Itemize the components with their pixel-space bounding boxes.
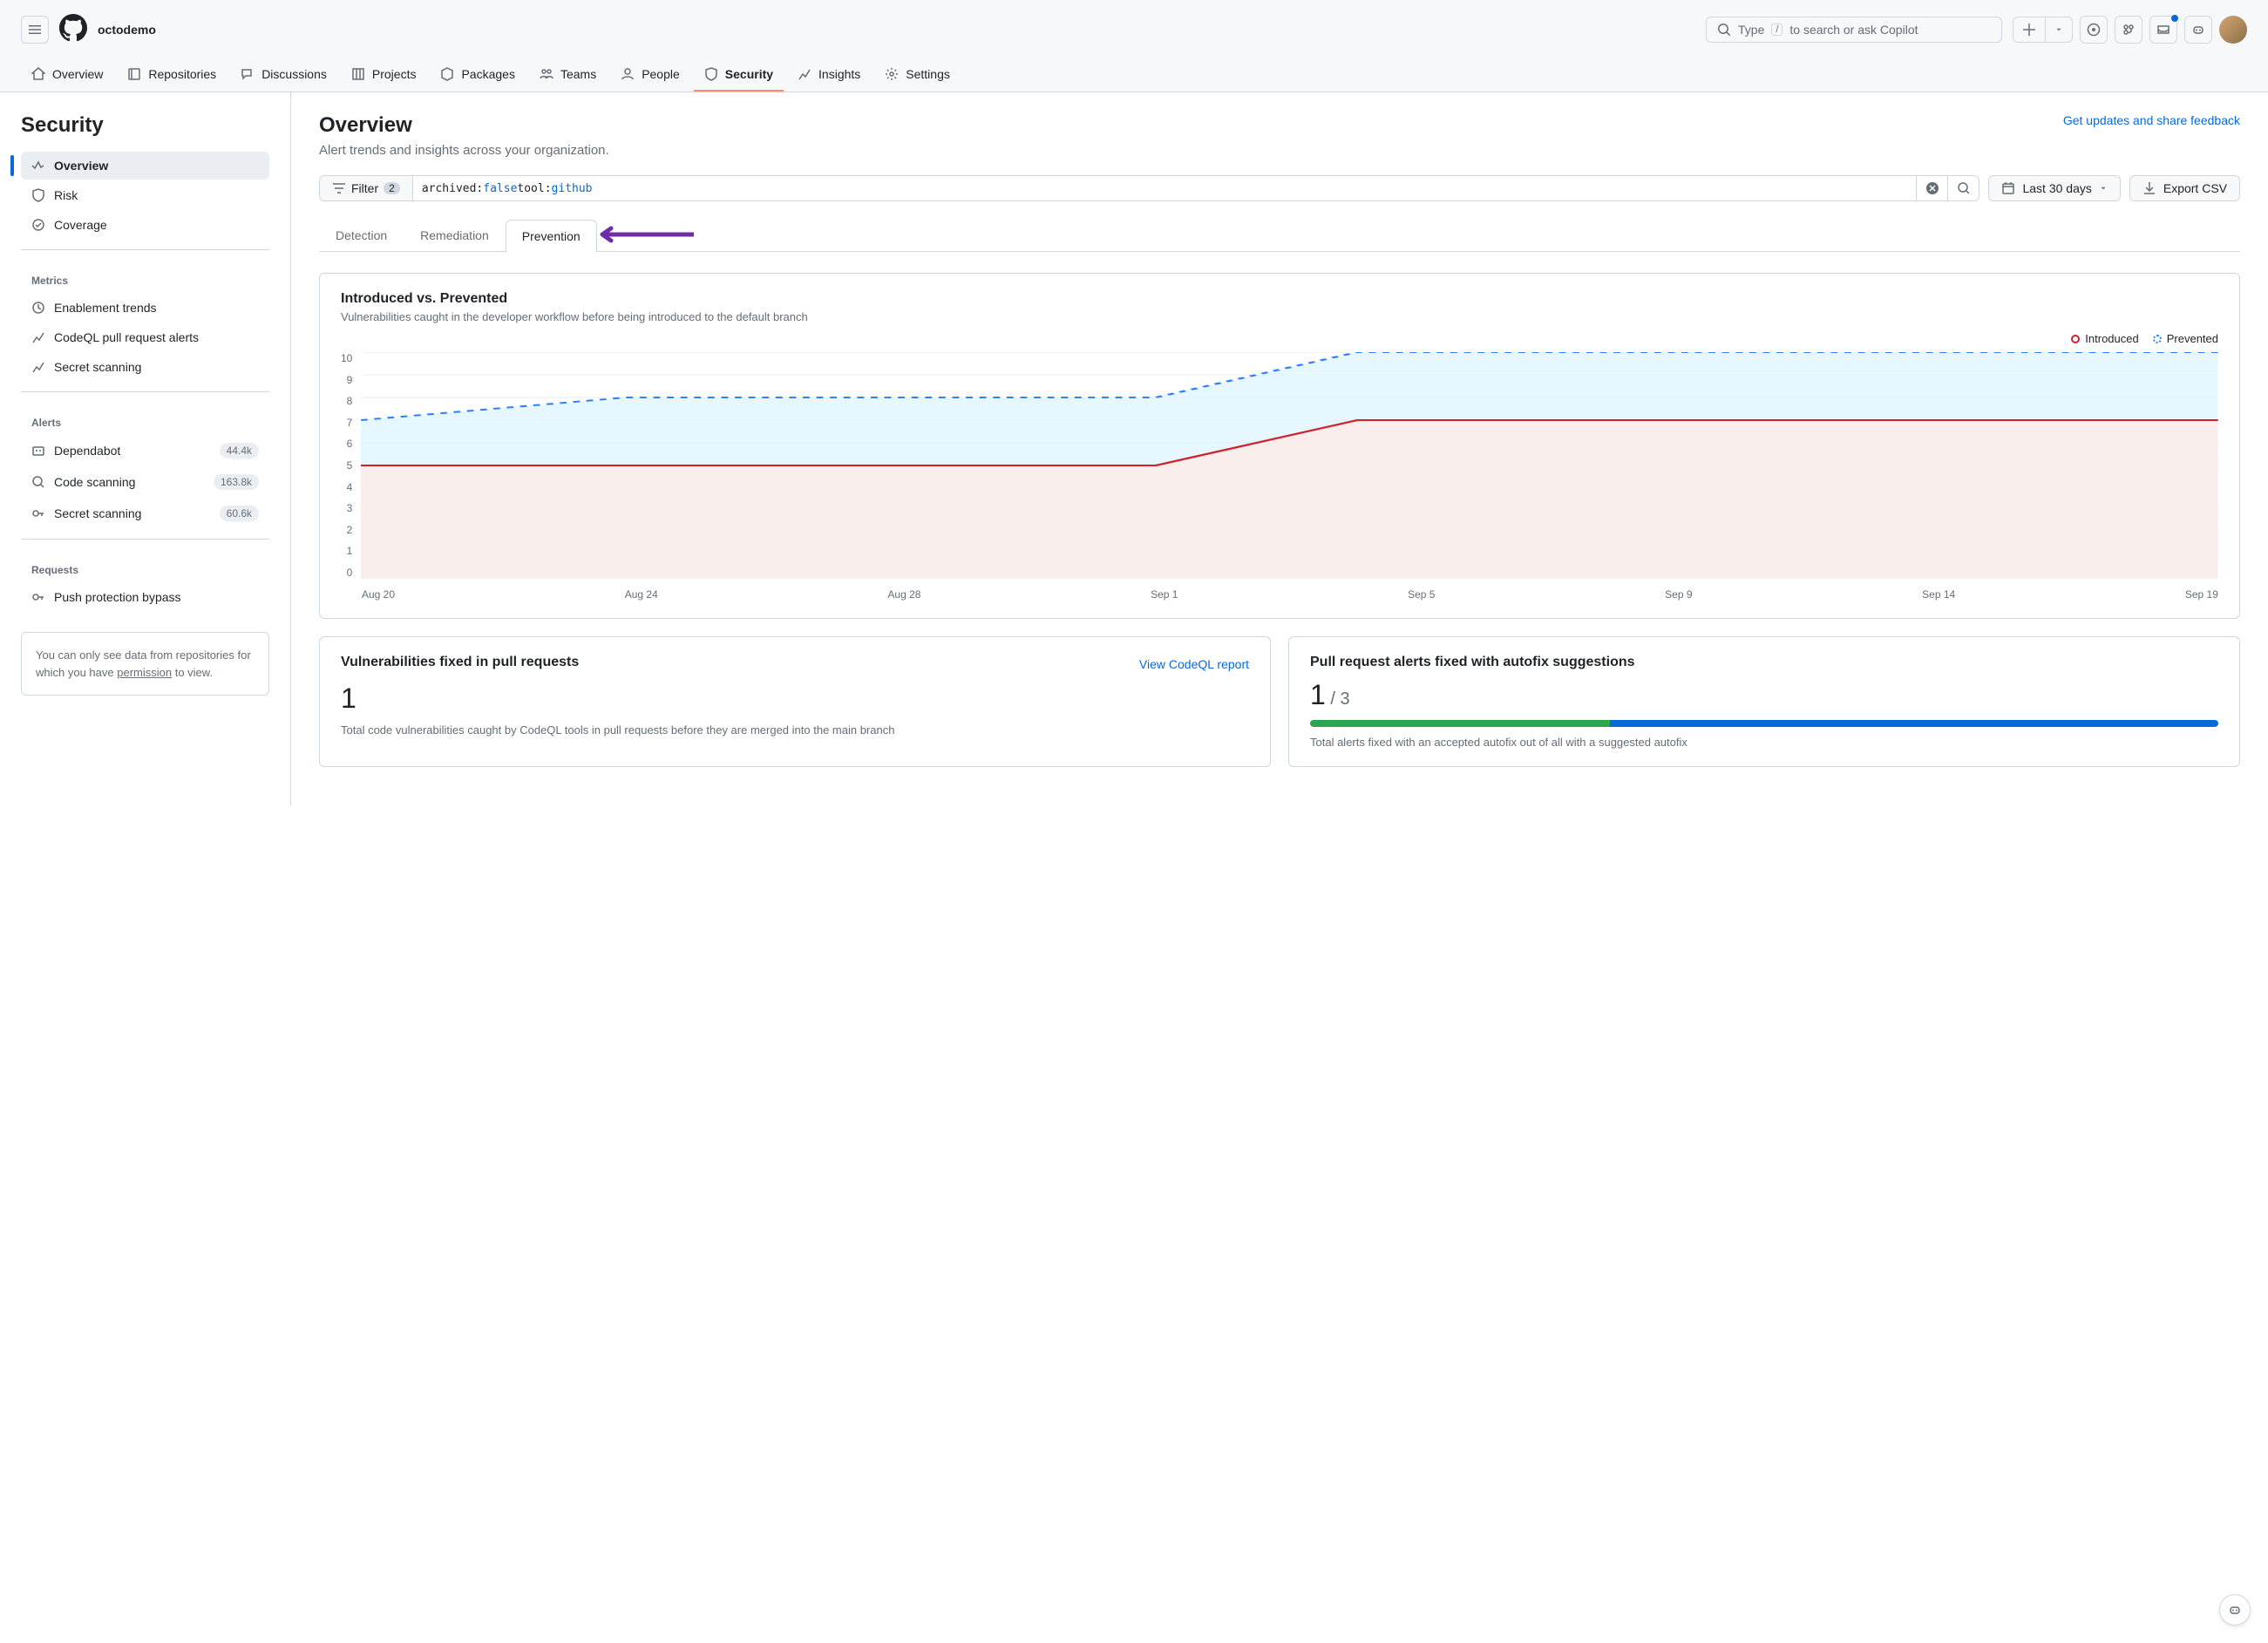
copilot-floating-button[interactable] [2219, 1594, 2251, 1626]
nav-teams[interactable]: Teams [529, 58, 607, 92]
issues-button[interactable] [2080, 16, 2108, 44]
filter-count: 2 [384, 182, 400, 194]
org-name[interactable]: octodemo [98, 23, 156, 37]
vuln-value: 1 [341, 682, 1249, 715]
global-search[interactable]: Type / to search or ask Copilot [1706, 17, 2002, 43]
vuln-desc: Total code vulnerabilities caught by Cod… [341, 723, 1249, 737]
main-content: Overview Alert trends and insights acros… [291, 92, 2268, 805]
github-logo[interactable] [59, 14, 87, 44]
permission-link[interactable]: permission [117, 666, 172, 679]
search-filter-button[interactable] [1947, 176, 1979, 200]
topbar: octodemo Type / to search or ask Copilot [0, 0, 2268, 58]
filter-button[interactable]: Filter 2 [320, 176, 413, 200]
pull-requests-button[interactable] [2115, 16, 2142, 44]
nav-packages[interactable]: Packages [430, 58, 525, 92]
copilot-button[interactable] [2184, 16, 2212, 44]
hamburger-button[interactable] [21, 16, 49, 44]
autofix-progress [1310, 720, 2218, 727]
sidebar-item-code-scanning[interactable]: Code scanning163.8k [21, 467, 269, 497]
metrics-tabs: Detection Remediation Prevention [319, 219, 2240, 252]
nav-overview[interactable]: Overview [21, 58, 113, 92]
permission-note: You can only see data from repositories … [21, 632, 269, 696]
sidebar-item-risk[interactable]: Risk [21, 181, 269, 209]
autofix-card: Pull request alerts fixed with autofix s… [1288, 636, 2240, 767]
nav-discussions[interactable]: Discussions [230, 58, 337, 92]
sidebar-group-alerts: Alerts [21, 403, 269, 436]
annotation-arrow-icon [589, 226, 694, 243]
nav-people[interactable]: People [610, 58, 690, 92]
view-codeql-link[interactable]: View CodeQL report [1139, 657, 1249, 671]
sidebar-item-secret-scanning[interactable]: Secret scanning60.6k [21, 499, 269, 528]
autofix-denom: / 3 [1326, 689, 1350, 709]
sidebar-item-enablement[interactable]: Enablement trends [21, 294, 269, 322]
chart-x-axis: Aug 20Aug 24Aug 28Sep 1Sep 5Sep 9Sep 14S… [362, 588, 2218, 601]
autofix-desc: Total alerts fixed with an accepted auto… [1310, 736, 2218, 749]
sidebar-group-requests: Requests [21, 550, 269, 583]
search-placeholder-pre: Type [1738, 23, 1764, 37]
legend-prevented: Prevented [2153, 332, 2218, 345]
page-title: Overview [319, 113, 609, 138]
export-csv-button[interactable]: Export CSV [2129, 175, 2240, 201]
nav-repositories[interactable]: Repositories [117, 58, 227, 92]
create-new-button[interactable] [2013, 17, 2073, 43]
feedback-link[interactable]: Get updates and share feedback [2063, 113, 2240, 127]
sidebar-item-overview[interactable]: Overview [21, 152, 269, 180]
chart-card: Introduced vs. Prevented Vulnerabilities… [319, 273, 2240, 619]
nav-settings[interactable]: Settings [874, 58, 961, 92]
autofix-title: Pull request alerts fixed with autofix s… [1310, 655, 2218, 670]
sidebar-title: Security [21, 113, 269, 138]
tab-prevention[interactable]: Prevention [506, 220, 597, 252]
org-nav: Overview Repositories Discussions Projec… [0, 58, 2268, 92]
filter-query-input[interactable]: archived:false tool:github [413, 176, 1917, 200]
nav-security[interactable]: Security [694, 58, 784, 92]
chart-y-axis: 109876543210 [341, 352, 361, 579]
vuln-card-title: Vulnerabilities fixed in pull requests [341, 655, 579, 670]
tab-remediation[interactable]: Remediation [404, 219, 506, 251]
sidebar: Security Overview Risk Coverage Metrics … [0, 92, 291, 805]
sidebar-item-codeql-pr[interactable]: CodeQL pull request alerts [21, 323, 269, 351]
chart-plot-area [361, 352, 2218, 581]
legend-introduced: Introduced [2071, 332, 2138, 345]
page-subtitle: Alert trends and insights across your or… [319, 143, 609, 158]
sidebar-item-push-bypass[interactable]: Push protection bypass [21, 583, 269, 611]
vuln-fixed-card: Vulnerabilities fixed in pull requests V… [319, 636, 1271, 767]
chart-subtitle: Vulnerabilities caught in the developer … [341, 310, 2218, 323]
tab-detection[interactable]: Detection [319, 219, 404, 251]
search-placeholder-post: to search or ask Copilot [1789, 23, 1918, 37]
inbox-button[interactable] [2149, 16, 2177, 44]
sidebar-item-dependabot[interactable]: Dependabot44.4k [21, 436, 269, 465]
sidebar-item-coverage[interactable]: Coverage [21, 211, 269, 239]
date-range-button[interactable]: Last 30 days [1988, 175, 2120, 201]
search-shortcut-key: / [1771, 24, 1782, 36]
chart-title: Introduced vs. Prevented [341, 291, 2218, 307]
autofix-value: 1 [1310, 679, 1326, 710]
nav-projects[interactable]: Projects [341, 58, 427, 92]
sidebar-item-secret-scan-metrics[interactable]: Secret scanning [21, 353, 269, 381]
nav-insights[interactable]: Insights [787, 58, 871, 92]
sidebar-group-metrics: Metrics [21, 261, 269, 294]
avatar[interactable] [2219, 16, 2247, 44]
clear-filter-button[interactable] [1916, 176, 1947, 200]
